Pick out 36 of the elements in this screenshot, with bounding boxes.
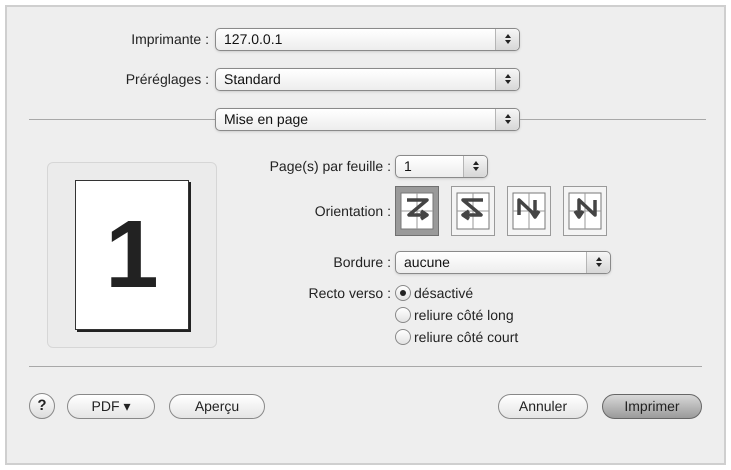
print-button[interactable]: Imprimer	[602, 394, 702, 418]
help-button[interactable]: ?	[29, 393, 55, 419]
printer-label: Imprimante :	[130, 30, 210, 49]
cancel-button[interactable]: Annuler	[498, 394, 588, 418]
page-order-icon	[399, 191, 435, 231]
orientation-label: Orientation :	[314, 202, 392, 220]
pages-per-sheet-label: Page(s) par feuille :	[268, 156, 392, 176]
page-number: 1	[105, 207, 159, 303]
stepper-icon	[504, 73, 512, 85]
duplex-radio[interactable]: reliure côté court	[395, 326, 518, 348]
pages-per-sheet-popup[interactable]: 1	[395, 154, 488, 178]
stepper-icon	[504, 113, 512, 125]
duplex-label: Recto verso :	[308, 284, 392, 303]
page-order-icon	[511, 191, 547, 231]
layout-direction-button[interactable]	[563, 186, 607, 236]
radio-button[interactable]	[395, 285, 411, 301]
printer-popup[interactable]: 127.0.0.1	[215, 28, 520, 50]
duplex-radio[interactable]: désactivé	[395, 282, 518, 304]
radio-button[interactable]	[395, 329, 411, 345]
duplex-radio[interactable]: reliure côté long	[395, 304, 518, 326]
border-label: Bordure :	[332, 252, 392, 272]
layout-direction-button[interactable]	[395, 186, 439, 236]
page-order-icon	[455, 191, 491, 231]
pdf-button[interactable]: PDF ▾	[67, 394, 155, 418]
presets-label: Préréglages :	[124, 70, 210, 89]
layout-direction-button[interactable]	[451, 186, 495, 236]
stepper-icon	[504, 33, 512, 45]
presets-popup[interactable]: Standard	[215, 68, 520, 90]
layout-direction-button[interactable]	[507, 186, 551, 236]
radio-button[interactable]	[395, 307, 411, 323]
border-popup[interactable]: aucune	[395, 250, 611, 274]
stepper-icon	[472, 160, 480, 172]
page-order-icon	[567, 191, 603, 231]
stepper-icon	[594, 256, 602, 268]
panel-popup[interactable]: Mise en page	[215, 108, 520, 130]
preview-button[interactable]: Aperçu	[169, 394, 265, 418]
